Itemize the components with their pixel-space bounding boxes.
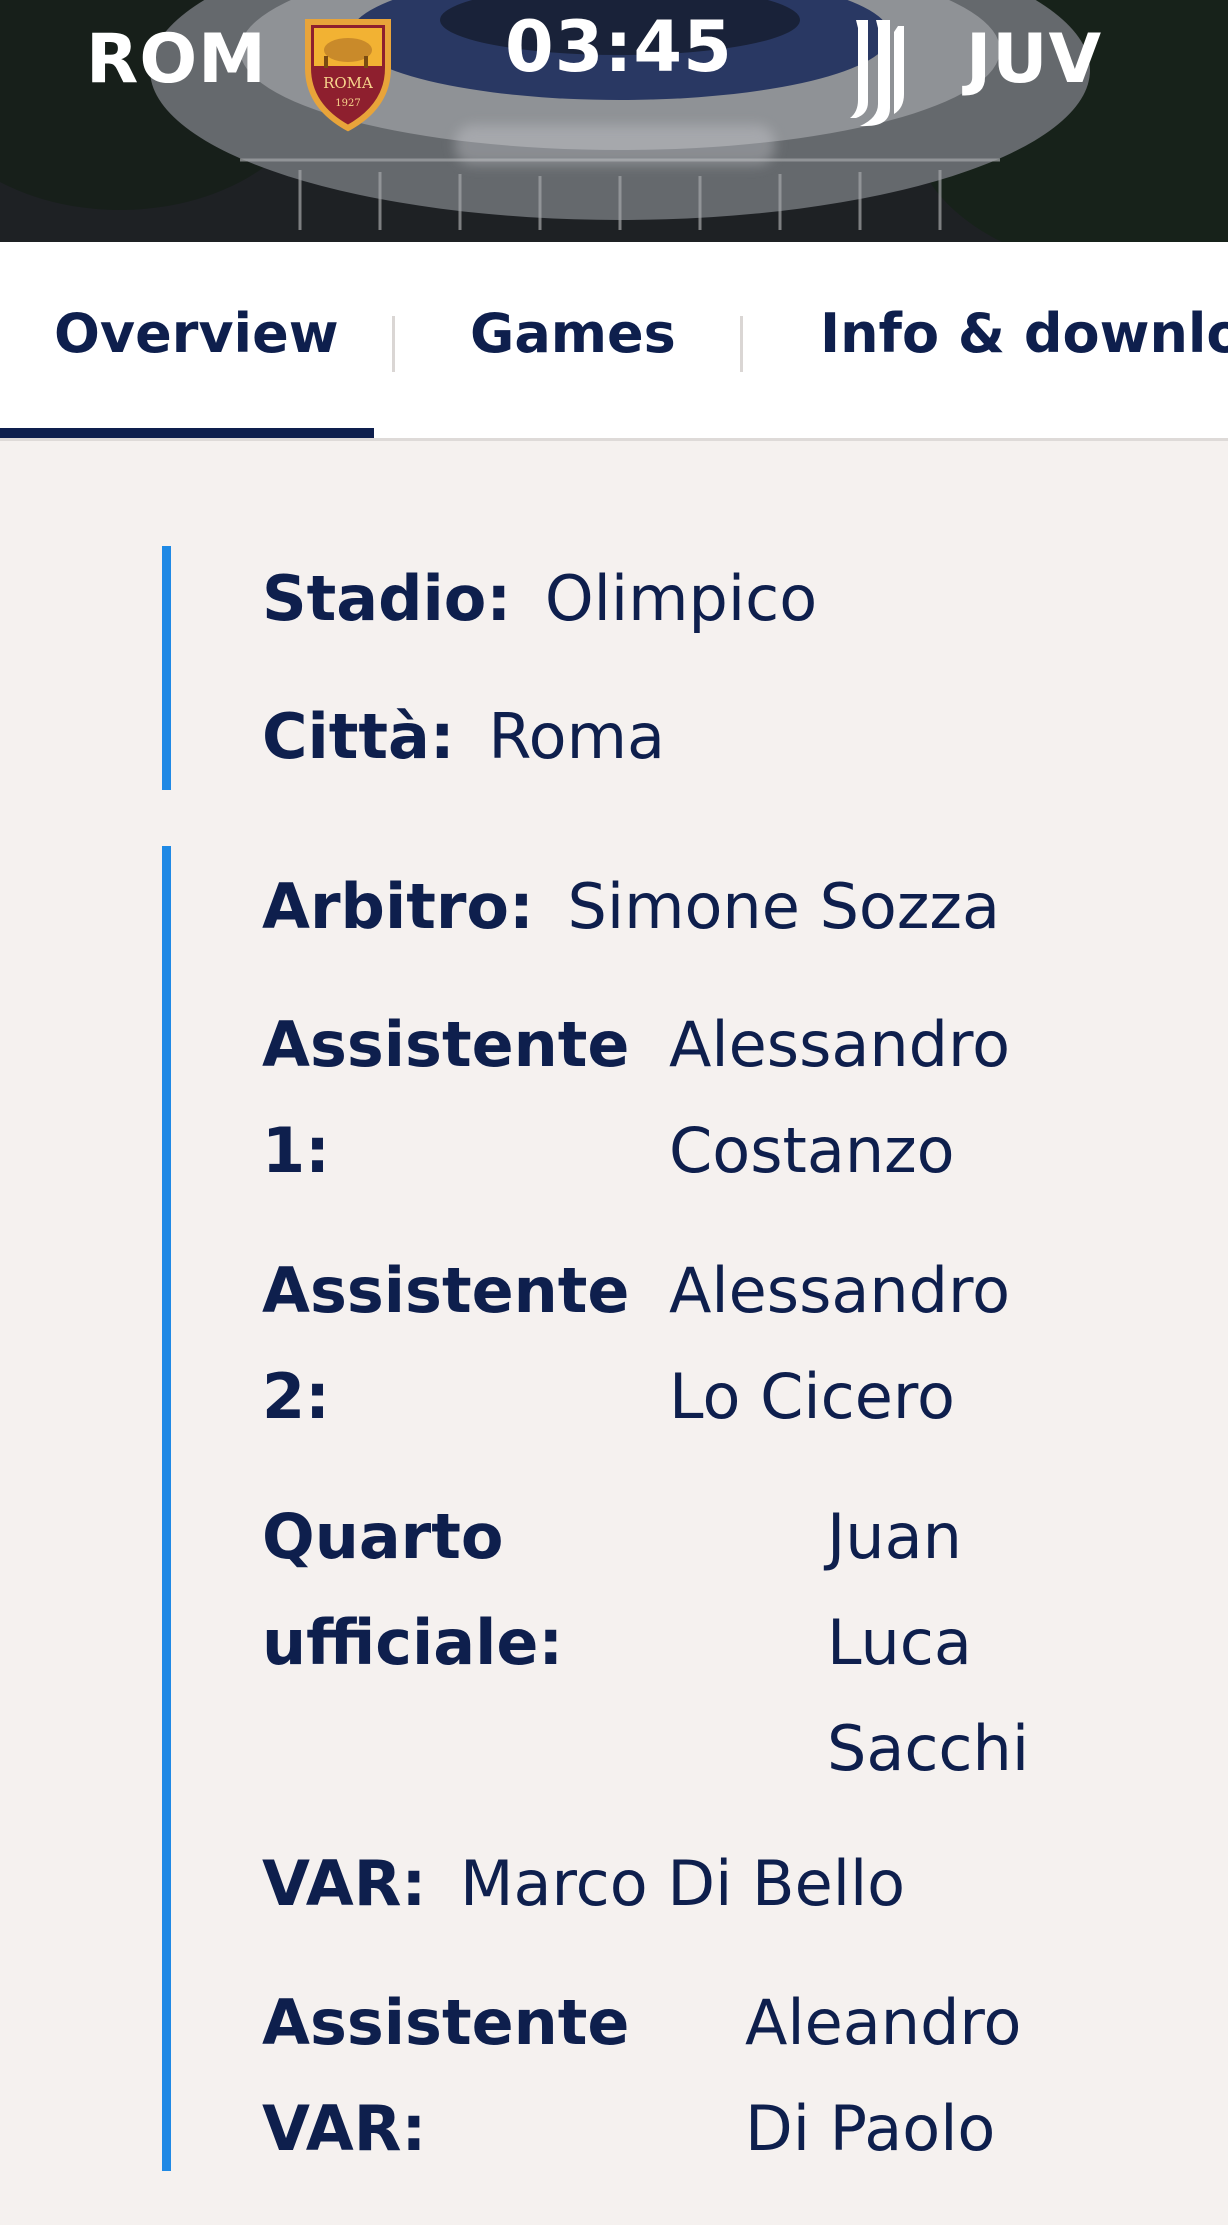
as-roma-crest-icon: ROMA 1927 [305,19,391,132]
assistant1-label: Assistente [262,1008,630,1081]
var-row: VAR: Marco Di Bello [262,1831,905,1937]
assistant2-label-cont: 2: [262,1360,330,1433]
assistant2-row: Assistente 2: Alessandro Lo Cicero [262,1238,1162,1450]
officials-info-block: Arbitro: Simone Sozza Assistente 1: Ales… [162,846,1029,2171]
tab-info-downloads[interactable]: Info & downloa [820,302,1228,365]
stadium-row: Stadio: Olimpico [262,546,817,652]
tab-games[interactable]: Games [470,302,676,365]
var-label: VAR: [262,1847,427,1920]
avar-value-cont: Di Paolo [745,2092,996,2165]
assistant1-label-cont: 1: [262,1114,330,1187]
fourth-official-value-cont: Luca [827,1606,972,1679]
assistant2-value-cont: Lo Cicero [669,1360,955,1433]
home-team-code: ROM [86,20,267,99]
stadium-label: Stadio: [262,562,512,635]
tab-bar: Overview Games Info & downloa [0,242,1228,441]
referee-label: Arbitro: [262,870,534,943]
fourth-official-label-cont: ufficiale: [262,1606,564,1679]
tab-divider [740,316,743,372]
city-label: Città: [262,700,455,773]
fourth-official-row: Quarto ufficiale: Juan Luca Sacchi [262,1484,1162,1802]
avar-row: Assistente VAR: Aleandro Di Paolo [262,1970,1162,2182]
juventus-logo-icon [850,20,904,126]
assistant2-label: Assistente [262,1254,630,1327]
assistant2-value: Alessandro [669,1254,1011,1327]
avar-label-cont: VAR: [262,2092,427,2165]
tab-divider [392,316,395,372]
match-header: ROM ROMA 1927 03:45 JUV [0,0,1228,242]
blurred-banner [455,125,775,165]
assistant1-value: Alessandro [669,1008,1011,1081]
match-clock: 03:45 [505,6,733,88]
fourth-official-value-cont2: Sacchi [827,1712,1030,1785]
away-team-code: JUV [966,20,1103,99]
referee-value: Simone Sozza [567,870,1000,943]
fourth-official-label: Quarto [262,1500,504,1573]
stadium-value: Olimpico [544,562,818,635]
roma-crest-year: 1927 [335,98,360,109]
avar-value: Aleandro [745,1986,1022,2059]
fourth-official-value: Juan [827,1500,962,1573]
avar-label: Assistente [262,1986,630,2059]
assistant1-row: Assistente 1: Alessandro Costanzo [262,992,1162,1204]
referee-row: Arbitro: Simone Sozza [262,854,1000,960]
tab-overview[interactable]: Overview [54,302,339,365]
roma-crest-text: ROMA [323,74,373,92]
city-value: Roma [488,700,666,773]
active-tab-indicator [0,428,374,438]
city-row: Città: Roma [262,684,665,790]
var-value: Marco Di Bello [460,1847,906,1920]
assistant1-value-cont: Costanzo [669,1114,955,1187]
venue-info-block: Stadio: Olimpico Città: Roma [162,546,817,790]
